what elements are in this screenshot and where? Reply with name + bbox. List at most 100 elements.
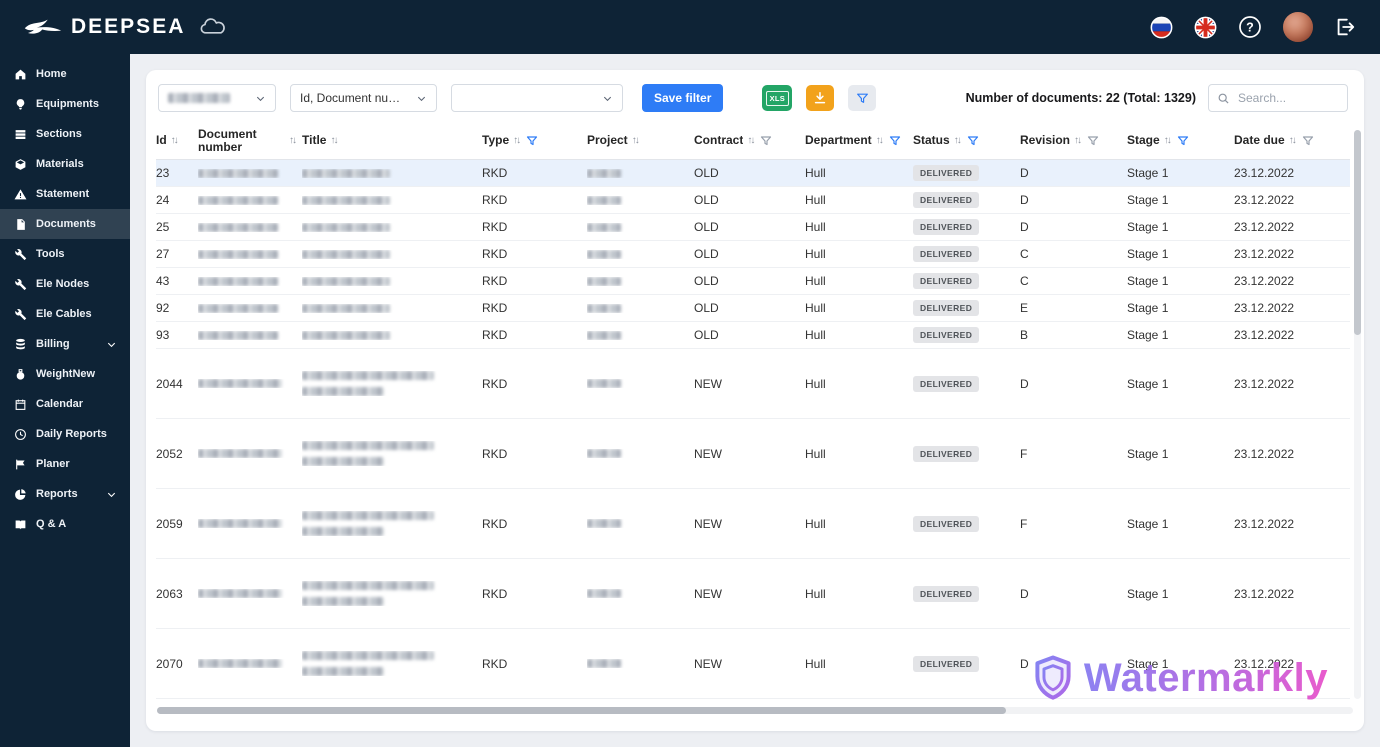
cell-project-redacted [587, 303, 694, 313]
sidebar-item-label: Materials [36, 158, 84, 170]
column-filter-icon[interactable] [526, 135, 538, 147]
cell-id: 2044 [156, 376, 183, 391]
sort-icon[interactable]: ↑↓ [747, 135, 756, 146]
table-row[interactable]: 93 RKD OLD Hull DELIVERED B Stage 1 23.12.2022 [156, 322, 1350, 349]
table-row[interactable]: 2052 RKD NEW Hull DELIVERED F Stage 1 23.12.202… [156, 419, 1350, 489]
sidebar-item-sections[interactable]: Sections [0, 119, 130, 149]
column-label: Contract [694, 134, 744, 148]
sort-icon[interactable]: ↑↓ [1289, 135, 1298, 146]
sidebar-item-materials[interactable]: Materials [0, 149, 130, 179]
column-header-date-due[interactable]: Date due ↑↓ [1234, 134, 1350, 147]
table-row[interactable]: 27 RKD OLD Hull DELIVERED C Stage 1 23.12.2022 [156, 241, 1350, 268]
avatar[interactable] [1283, 12, 1313, 42]
filter-select-value[interactable] [451, 84, 623, 112]
sidebar-item-weightnew[interactable]: WeightNew [0, 359, 130, 389]
sidebar-item-daily-reports[interactable]: Daily Reports [0, 419, 130, 449]
filter-select-fields[interactable]: Id, Document numb... [290, 84, 437, 112]
vertical-scrollbar-thumb[interactable] [1354, 130, 1361, 335]
column-filter-icon[interactable] [760, 135, 772, 147]
help-icon[interactable]: ? [1238, 15, 1262, 39]
sort-icon[interactable]: ↑↓ [289, 135, 298, 146]
sidebar-item-statement[interactable]: Statement [0, 179, 130, 209]
table-row[interactable]: 2059 RKD NEW Hull DELIVERED F Stage 1 23.12.202… [156, 489, 1350, 559]
language-english-icon[interactable] [1194, 16, 1217, 39]
cell-project-redacted [587, 195, 694, 205]
brand-name: DEEPSEA [71, 15, 186, 38]
search-input[interactable] [1236, 90, 1339, 106]
sort-icon[interactable]: ↑↓ [171, 135, 180, 146]
column-header-contract[interactable]: Contract ↑↓ [694, 134, 805, 147]
sidebar-item-ele-cables[interactable]: Ele Cables [0, 299, 130, 329]
toolbar-right: Number of documents: 22 (Total: 1329) [966, 84, 1348, 112]
table-row[interactable]: 2063 RKD NEW Hull DELIVERED D Stage 1 23.12.202… [156, 559, 1350, 629]
sort-icon[interactable]: ↑↓ [1164, 135, 1173, 146]
cell-id: 92 [156, 301, 170, 315]
filter-select-saved[interactable] [158, 84, 276, 112]
table-row[interactable]: 2070 RKD NEW Hull DELIVERED D Stage 1 23.12.202… [156, 629, 1350, 699]
column-header-stage[interactable]: Stage ↑↓ [1127, 134, 1234, 147]
sidebar-item-billing[interactable]: Billing [0, 329, 130, 359]
table-row[interactable]: 92 RKD OLD Hull DELIVERED E Stage 1 23.12.2022 [156, 295, 1350, 322]
logout-icon[interactable] [1334, 16, 1356, 38]
cell-title-redacted [302, 581, 482, 606]
sidebar-item-equipments[interactable]: Equipments [0, 89, 130, 119]
sort-icon[interactable]: ↑↓ [1074, 135, 1083, 146]
column-filter-icon[interactable] [1177, 135, 1189, 147]
table-row[interactable]: 24 RKD OLD Hull DELIVERED D Stage 1 23.12.2022 [156, 187, 1350, 214]
column-label: Stage [1127, 134, 1160, 148]
sort-icon[interactable]: ↑↓ [632, 135, 641, 146]
column-header-revision[interactable]: Revision ↑↓ [1020, 134, 1127, 147]
horizontal-scrollbar-thumb[interactable] [157, 707, 1007, 714]
table-row[interactable]: 43 RKD OLD Hull DELIVERED C Stage 1 23.12.2022 [156, 268, 1350, 295]
column-header-document-number[interactable]: Document number ↑↓ [198, 128, 302, 155]
table-row[interactable]: 23 RKD OLD Hull DELIVERED D Stage 1 23.12.2022 [156, 160, 1350, 187]
vertical-scrollbar[interactable] [1354, 130, 1361, 699]
column-filter-icon[interactable] [967, 135, 979, 147]
horizontal-scrollbar[interactable] [157, 707, 1353, 714]
column-header-status[interactable]: Status ↑↓ [913, 134, 1020, 147]
sidebar-item-documents[interactable]: Documents [0, 209, 130, 239]
column-filter-icon[interactable] [1087, 135, 1099, 147]
cell-contract: NEW [694, 516, 722, 531]
sidebar-item-q-a[interactable]: Q & A [0, 509, 130, 539]
cell-stage: Stage 1 [1127, 220, 1169, 234]
cell-contract: OLD [694, 220, 719, 234]
sidebar-item-reports[interactable]: Reports [0, 479, 130, 509]
sidebar-item-calendar[interactable]: Calendar [0, 389, 130, 419]
column-filter-icon[interactable] [889, 135, 901, 147]
export-xls-button[interactable]: XLS [762, 85, 793, 111]
main-content: Id, Document numb... Save filter XLS Num… [130, 54, 1380, 747]
cell-contract: OLD [694, 274, 719, 288]
avatar-photo-blurred [1283, 12, 1313, 42]
column-header-id[interactable]: Id ↑↓ [156, 134, 198, 147]
sort-icon[interactable]: ↑↓ [330, 135, 339, 146]
sidebar-item-planer[interactable]: Planer [0, 449, 130, 479]
column-header-department[interactable]: Department ↑↓ [805, 134, 913, 147]
language-russian-icon[interactable] [1150, 16, 1173, 39]
sort-icon[interactable]: ↑↓ [513, 135, 522, 146]
topbar: DEEPSEA ? [0, 0, 1380, 54]
cell-project-redacted [587, 589, 694, 598]
cell-type: RKD [482, 301, 508, 315]
sidebar-item-label: Reports [36, 488, 78, 500]
table-row[interactable]: 2044 RKD NEW Hull DELIVERED D Stage 1 23.12.202… [156, 349, 1350, 419]
cell-department: Hull [805, 247, 826, 261]
download-button[interactable] [806, 85, 835, 111]
cell-id: 24 [156, 193, 170, 207]
sort-icon[interactable]: ↑↓ [876, 135, 885, 146]
search-box[interactable] [1208, 84, 1348, 112]
sidebar-item-home[interactable]: Home [0, 59, 130, 89]
topbar-actions: ? [1150, 12, 1356, 42]
table-row[interactable]: 25 RKD OLD Hull DELIVERED D Stage 1 23.12.2022 [156, 214, 1350, 241]
column-header-project[interactable]: Project ↑↓ [587, 134, 694, 147]
column-header-type[interactable]: Type ↑↓ [482, 134, 587, 147]
cell-document-number-redacted [198, 330, 302, 340]
filter-button[interactable] [848, 85, 877, 111]
column-filter-icon[interactable] [1302, 135, 1314, 147]
sort-icon[interactable]: ↑↓ [954, 135, 963, 146]
cell-date-due: 23.12.2022 [1234, 328, 1295, 342]
sidebar-item-ele-nodes[interactable]: Ele Nodes [0, 269, 130, 299]
save-filter-button[interactable]: Save filter [642, 84, 724, 112]
sidebar-item-tools[interactable]: Tools [0, 239, 130, 269]
column-header-title[interactable]: Title ↑↓ [302, 134, 482, 147]
